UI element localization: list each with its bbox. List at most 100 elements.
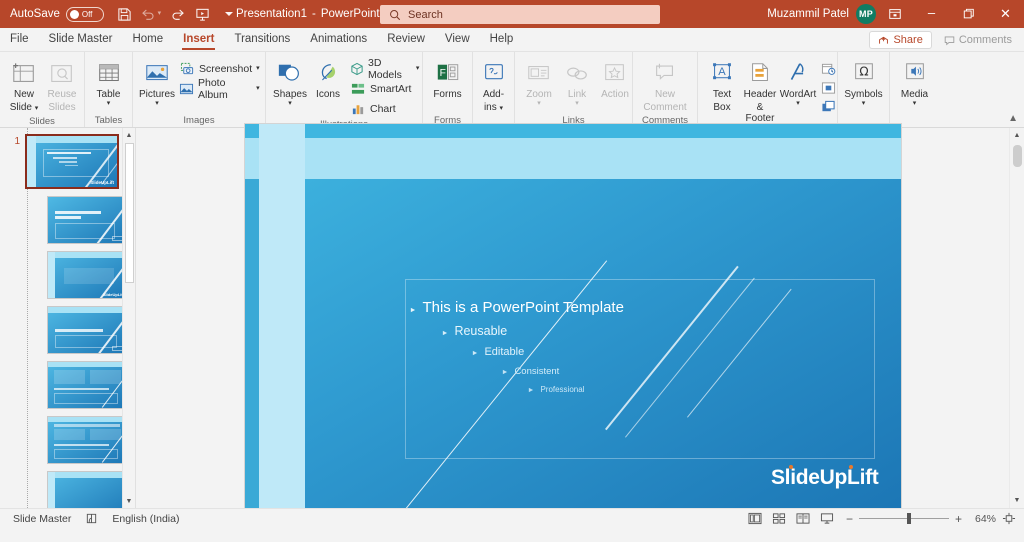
tab-view[interactable]: View — [435, 28, 480, 51]
slide-number-icon[interactable] — [819, 79, 837, 96]
zoom-in-button[interactable]: + — [955, 512, 962, 526]
canvas-vertical-scrollbar[interactable]: ▲ ▼ — [1009, 128, 1024, 508]
close-button[interactable]: ✕ — [987, 0, 1024, 28]
tab-animations[interactable]: Animations — [300, 28, 377, 51]
thumbnail-scrollbar[interactable]: ▲ ▼ — [122, 128, 135, 508]
date-and-time-icon[interactable] — [819, 60, 837, 77]
restore-button[interactable] — [950, 0, 987, 28]
slide-bullet-list[interactable]: ► This is a PowerPoint Template ► Reusab… — [410, 299, 624, 394]
redo-icon[interactable] — [165, 3, 189, 25]
collapse-ribbon-icon[interactable]: ▲ — [1008, 113, 1018, 124]
slide-thumbnail-7[interactable] — [47, 471, 127, 508]
forms-button[interactable]: F Forms — [429, 56, 467, 101]
icons-button[interactable]: Icons — [309, 56, 347, 101]
thumbnail-row-1[interactable]: 1 SlideUpLift — [0, 134, 135, 189]
new-slide-button[interactable]: New Slide ▾ — [5, 56, 43, 115]
reuse-slides-button[interactable]: Reuse Slides — [43, 56, 81, 114]
status-language[interactable]: English (India) — [105, 509, 186, 529]
slide-thumbnail-3[interactable]: SlideUpLift — [47, 251, 127, 299]
fit-to-window-icon[interactable] — [998, 510, 1020, 528]
autosave-control[interactable]: AutoSave Off — [10, 6, 104, 22]
media-caret-icon[interactable]: ▾ — [913, 100, 917, 108]
status-view-name[interactable]: Slide Master — [6, 509, 78, 529]
header-footer-button[interactable]: Header & Footer — [741, 56, 779, 125]
slide-thumbnail-pane[interactable]: 1 SlideUpLift SlideUpLift ▲ ▼ — [0, 128, 136, 508]
canvas-scroll-thumb[interactable] — [1013, 145, 1022, 167]
shapes-caret-icon[interactable]: ▾ — [288, 100, 292, 108]
slide-canvas-pane[interactable]: ► This is a PowerPoint Template ► Reusab… — [136, 124, 1009, 512]
minimize-button[interactable]: – — [913, 0, 950, 28]
slide-thumbnail-1[interactable]: SlideUpLift — [25, 134, 119, 189]
share-button[interactable]: Share — [869, 31, 932, 49]
slide-show-icon[interactable] — [816, 510, 838, 528]
object-icon[interactable] — [819, 98, 837, 115]
symbols-caret-icon[interactable]: ▾ — [862, 100, 866, 108]
reading-view-icon[interactable] — [792, 510, 814, 528]
ribbon-display-options-icon[interactable] — [876, 0, 913, 28]
tab-review[interactable]: Review — [377, 28, 435, 51]
screenshot-caret-icon[interactable]: ▾ — [256, 65, 260, 73]
slide-canvas[interactable]: ► This is a PowerPoint Template ► Reusab… — [244, 124, 901, 512]
pictures-button[interactable]: Pictures ▾ — [138, 56, 176, 109]
search-input[interactable]: Search — [408, 9, 443, 21]
tab-file[interactable]: File — [0, 28, 39, 51]
undo-icon[interactable]: ▾ — [139, 3, 163, 25]
canvas-scroll-up-icon[interactable]: ▲ — [1010, 128, 1024, 143]
action-button[interactable]: Action — [596, 56, 634, 101]
link-caret-icon[interactable]: ▾ — [575, 100, 579, 108]
slide-thumbnail-2[interactable] — [47, 196, 127, 244]
pictures-caret-icon[interactable]: ▾ — [155, 100, 159, 108]
zoom-caret-icon[interactable]: ▾ — [537, 100, 541, 108]
document-title[interactable]: Presentation1 — [236, 8, 307, 20]
avatar[interactable]: MP — [856, 4, 876, 24]
autosave-toggle[interactable]: Off — [65, 6, 104, 22]
text-box-button[interactable]: A Text Box — [703, 56, 741, 114]
table-caret-icon[interactable]: ▾ — [107, 100, 111, 108]
thumbnail-scroll-thumb[interactable] — [125, 143, 134, 283]
user-name[interactable]: Muzammil Patel — [767, 8, 849, 20]
thumbnail-row-7[interactable] — [0, 471, 135, 508]
new-comment-button[interactable]: New Comment — [639, 56, 690, 114]
search-box[interactable]: Search — [380, 5, 660, 24]
tab-slide-master[interactable]: Slide Master — [39, 28, 123, 51]
slide-thumbnail-6[interactable] — [47, 416, 127, 464]
zoom-out-button[interactable]: − — [846, 512, 853, 526]
thumbnail-scroll-down-icon[interactable]: ▼ — [123, 494, 135, 508]
smartart-button[interactable]: SmartArt — [347, 79, 422, 98]
thumbnail-row-6[interactable] — [0, 416, 135, 464]
slide-sorter-icon[interactable] — [768, 510, 790, 528]
tab-transitions[interactable]: Transitions — [224, 28, 300, 51]
save-icon[interactable] — [113, 3, 137, 25]
photo-album-button[interactable]: Photo Album ▾ — [176, 77, 263, 101]
normal-view-icon[interactable] — [744, 510, 766, 528]
link-button[interactable]: Link ▾ — [558, 56, 596, 109]
thumbnail-row-4[interactable] — [0, 306, 135, 354]
zoom-track[interactable] — [858, 513, 949, 524]
tab-help[interactable]: Help — [480, 28, 524, 51]
chart-button[interactable]: Chart — [347, 99, 422, 118]
thumbnail-row-5[interactable] — [0, 361, 135, 409]
tab-insert[interactable]: Insert — [173, 28, 224, 51]
zoom-slider-thumb[interactable] — [906, 513, 911, 524]
3d-models-caret-icon[interactable]: ▾ — [416, 65, 420, 73]
zoom-slider[interactable]: − + — [846, 512, 962, 526]
accessibility-icon[interactable] — [78, 509, 105, 529]
screenshot-button[interactable]: Screenshot ▾ — [176, 59, 263, 78]
canvas-scroll-down-icon[interactable]: ▼ — [1010, 493, 1024, 508]
add-ins-button[interactable]: Add- ins ▾ — [475, 56, 513, 115]
comments-button[interactable]: Comments — [938, 32, 1018, 48]
shapes-button[interactable]: Shapes ▾ — [271, 56, 309, 109]
zoom-level-label[interactable]: 64% — [970, 513, 996, 525]
symbols-button[interactable]: Ω Symbols ▾ — [843, 56, 884, 109]
table-button[interactable]: Table ▾ — [90, 56, 128, 109]
wordart-button[interactable]: WordArt ▾ — [779, 56, 817, 109]
start-presentation-icon[interactable] — [191, 3, 215, 25]
thumbnail-scroll-up-icon[interactable]: ▲ — [123, 128, 135, 142]
thumbnail-row-3[interactable]: SlideUpLift — [0, 251, 135, 299]
slide-thumbnail-5[interactable] — [47, 361, 127, 409]
zoom-button[interactable]: Zoom ▾ — [520, 56, 558, 109]
tab-home[interactable]: Home — [122, 28, 173, 51]
slide-thumbnail-4[interactable] — [47, 306, 127, 354]
thumbnail-row-2[interactable] — [0, 196, 135, 244]
media-button[interactable]: Media ▾ — [896, 56, 934, 109]
